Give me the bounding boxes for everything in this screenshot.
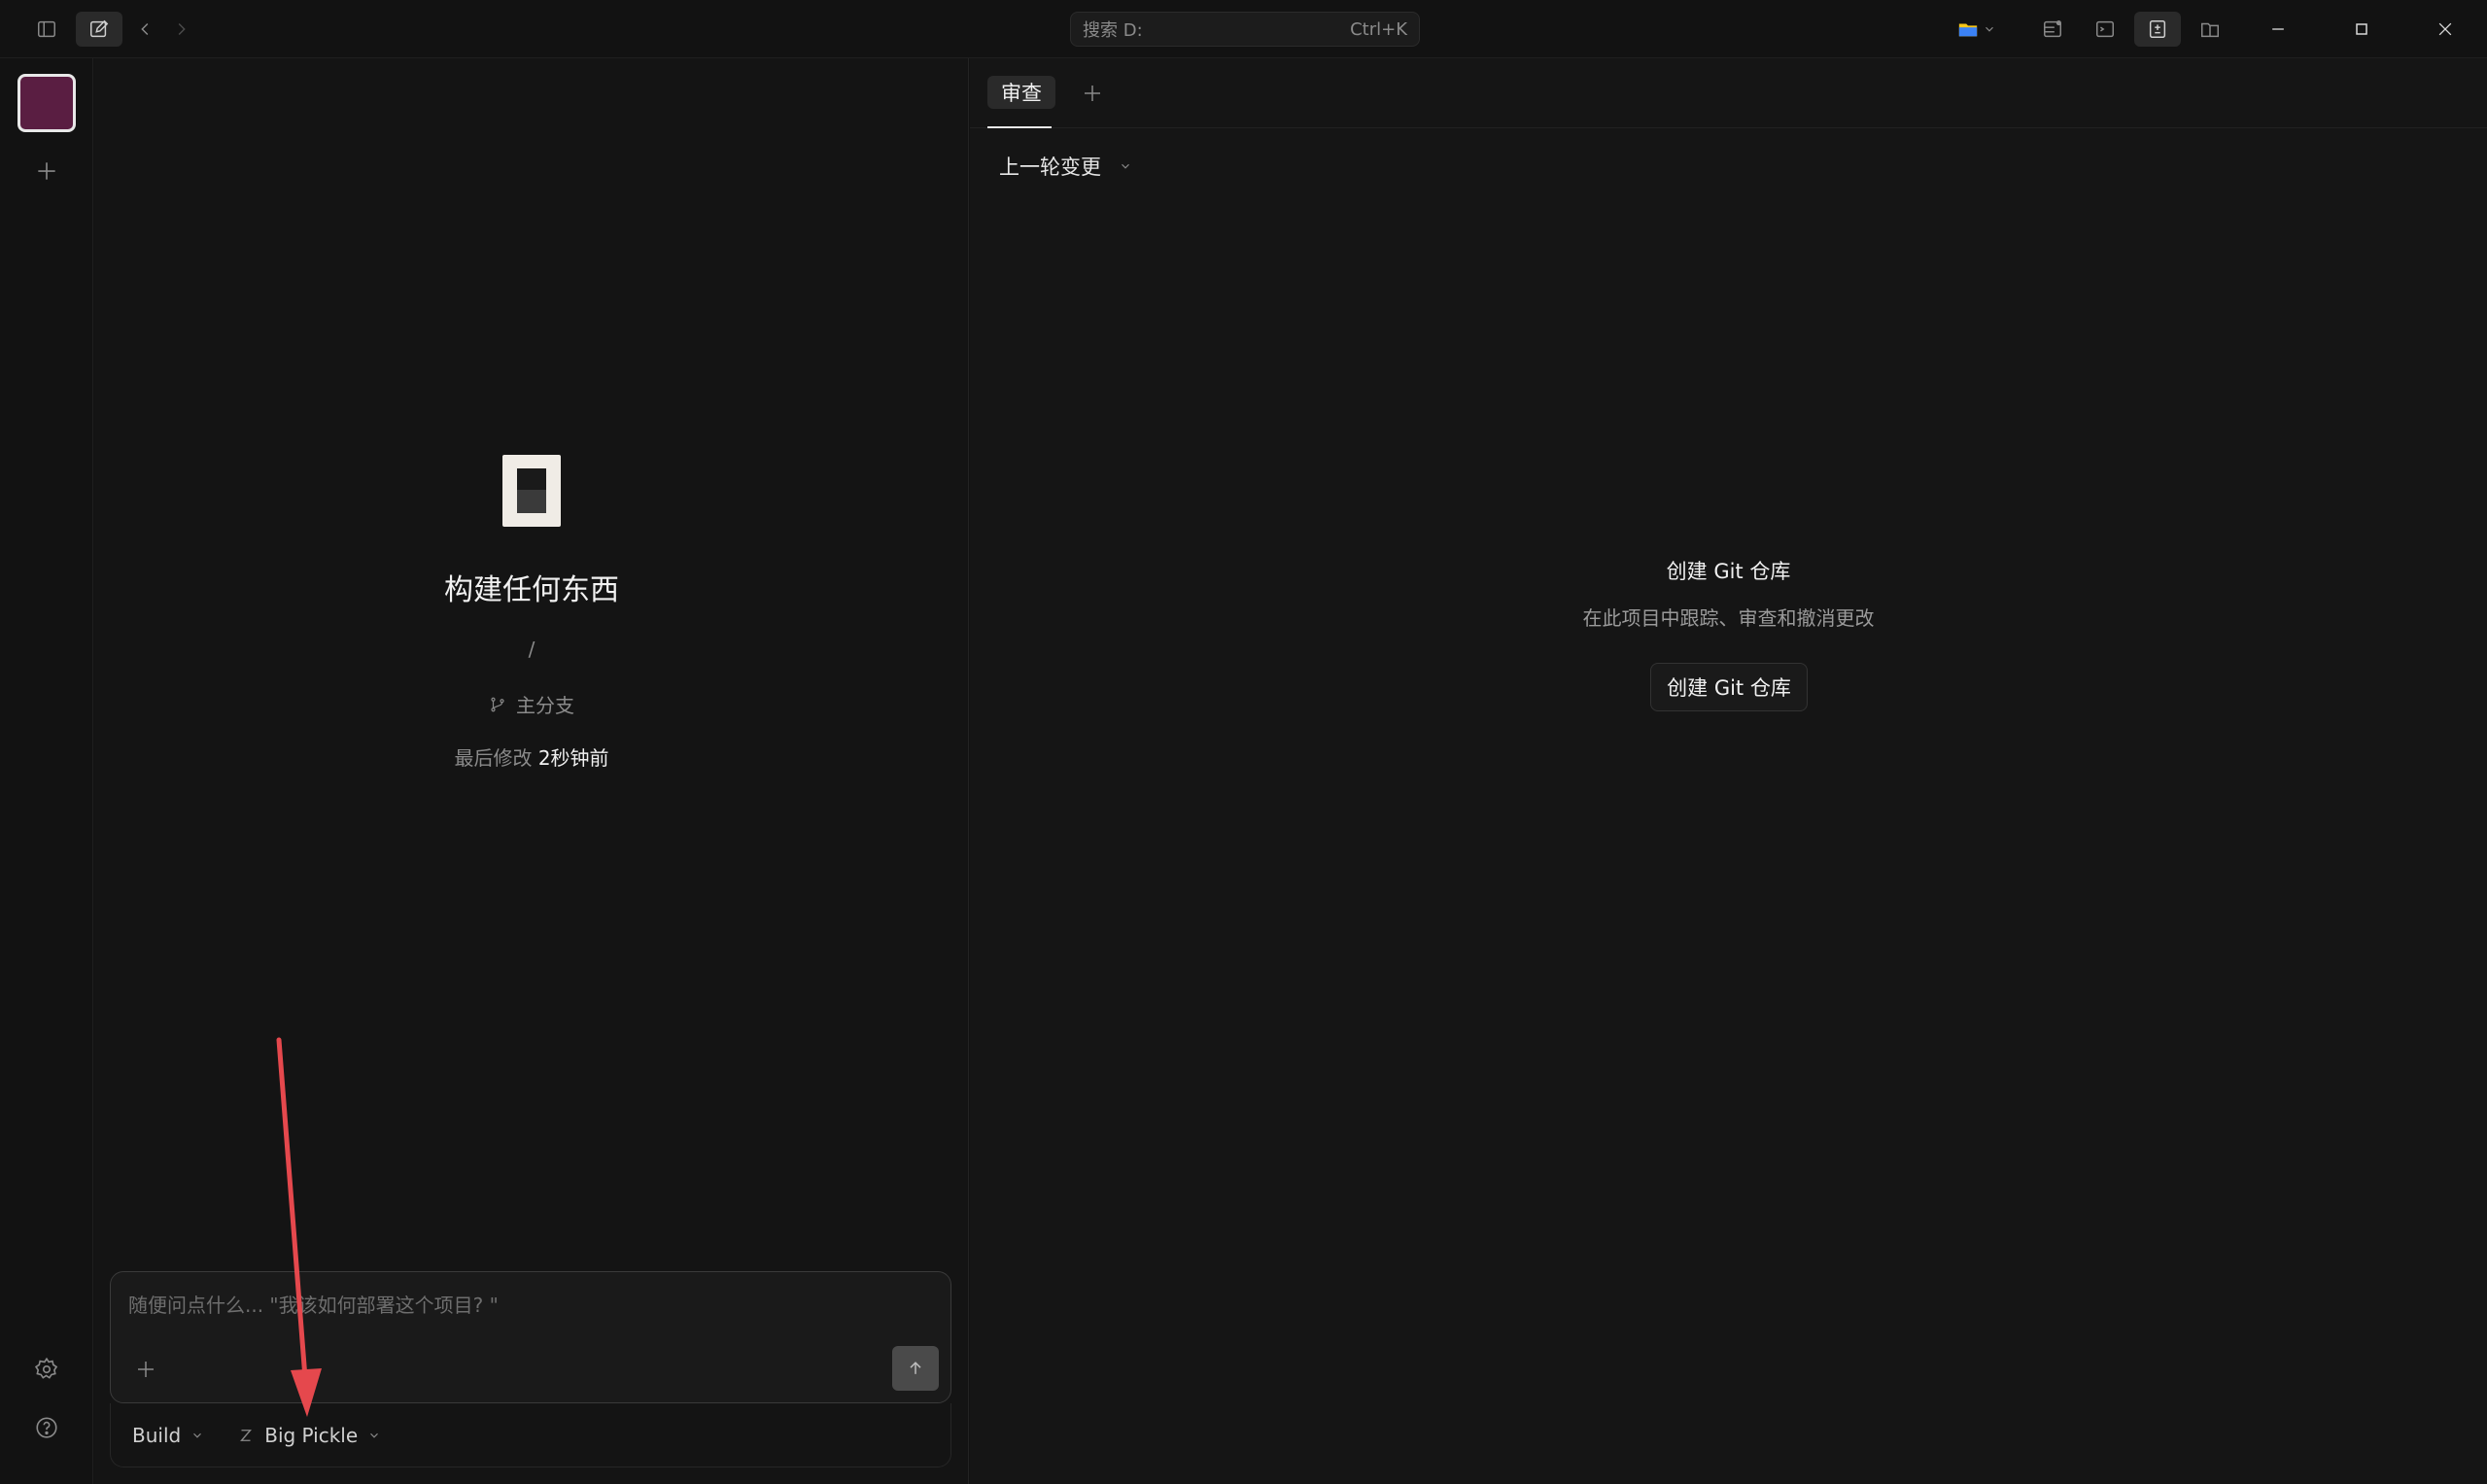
review-tabbar: 审查 bbox=[970, 58, 2487, 128]
toggle-sidebar-icon[interactable] bbox=[29, 12, 64, 47]
settings-gear-icon[interactable] bbox=[27, 1350, 66, 1389]
open-in-folder-button[interactable] bbox=[1953, 12, 2018, 47]
title-bar: 搜索 D: Ctrl+K bbox=[0, 0, 2487, 58]
prompt-input[interactable]: 随便问点什么... "我该如何部署这个项目? " bbox=[128, 1290, 499, 1318]
modified-value: 2秒钟前 bbox=[537, 746, 609, 770]
files-panel-icon[interactable] bbox=[2193, 12, 2228, 47]
back-icon[interactable] bbox=[128, 12, 163, 47]
maximize-icon bbox=[2356, 23, 2367, 35]
hero-title: 构建任何东西 bbox=[444, 573, 619, 607]
tab-review[interactable]: 审查 bbox=[987, 76, 1055, 109]
session-pane: 构建任何东西 / 主分支 最后修改 2秒钟前 随便问点什么... "我该如何部署… bbox=[94, 58, 969, 1484]
prompt-composer[interactable]: 随便问点什么... "我该如何部署这个项目? " bbox=[110, 1271, 951, 1403]
close-button[interactable] bbox=[2406, 0, 2484, 58]
app-logo bbox=[502, 455, 561, 527]
add-project-icon[interactable] bbox=[27, 152, 66, 190]
active-tab-indicator bbox=[987, 126, 1052, 128]
review-panel-icon[interactable] bbox=[2134, 12, 2181, 47]
changes-select[interactable]: 上一轮变更 bbox=[999, 152, 1132, 181]
create-git-repo-button[interactable]: 创建 Git 仓库 bbox=[1650, 663, 1808, 711]
mode-select[interactable]: Build bbox=[132, 1424, 204, 1447]
chevron-down-icon bbox=[370, 1432, 379, 1438]
arrow-up-icon bbox=[910, 1362, 921, 1374]
review-pane: 审查 上一轮变更 创建 Git 仓库 在此项目中跟踪、审查和撤消更改 创建 Gi… bbox=[970, 58, 2487, 1484]
minimize-icon bbox=[2272, 28, 2284, 30]
search-input[interactable]: 搜索 D: Ctrl+K bbox=[1070, 12, 1420, 47]
search-label: 搜索 D: bbox=[1083, 20, 1143, 41]
maximize-button[interactable] bbox=[2323, 0, 2401, 58]
mode-label: Build bbox=[132, 1423, 182, 1447]
new-session-icon[interactable] bbox=[76, 12, 122, 47]
minimize-button[interactable] bbox=[2239, 0, 2317, 58]
changes-label: 上一轮变更 bbox=[999, 155, 1101, 179]
git-branch-icon bbox=[491, 697, 504, 711]
forward-icon[interactable] bbox=[163, 12, 198, 47]
git-empty-subtitle: 在此项目中跟踪、审查和撤消更改 bbox=[1582, 606, 1875, 630]
folder-icon bbox=[1958, 23, 1978, 37]
project-rail bbox=[0, 58, 93, 1484]
project-path: / bbox=[528, 638, 535, 661]
last-modified: 最后修改 2秒钟前 bbox=[94, 742, 969, 771]
chevron-down-icon bbox=[193, 1432, 202, 1438]
branch-info: 主分支 bbox=[94, 690, 969, 718]
send-button[interactable] bbox=[892, 1346, 939, 1391]
branch-label: 主分支 bbox=[516, 694, 574, 717]
chevron-down-icon bbox=[1986, 26, 1993, 32]
project-avatar[interactable] bbox=[17, 74, 76, 132]
model-select[interactable]: Big Pickle bbox=[237, 1424, 381, 1447]
chevron-down-icon bbox=[1122, 163, 1129, 169]
model-label: Big Pickle bbox=[264, 1423, 359, 1447]
model-icon bbox=[240, 1429, 253, 1441]
search-shortcut: Ctrl+K bbox=[1350, 18, 1407, 40]
add-tab-icon[interactable] bbox=[1075, 76, 1110, 111]
terminal-icon[interactable] bbox=[2088, 12, 2123, 47]
help-icon[interactable] bbox=[27, 1408, 66, 1447]
attach-plus-icon[interactable] bbox=[128, 1352, 163, 1387]
git-empty-title: 创建 Git 仓库 bbox=[1666, 560, 1791, 583]
close-icon bbox=[2438, 22, 2452, 36]
layout-icon[interactable] bbox=[2035, 12, 2070, 47]
modified-label: 最后修改 bbox=[454, 746, 533, 770]
composer-footer: Build Big Pickle bbox=[110, 1403, 951, 1467]
